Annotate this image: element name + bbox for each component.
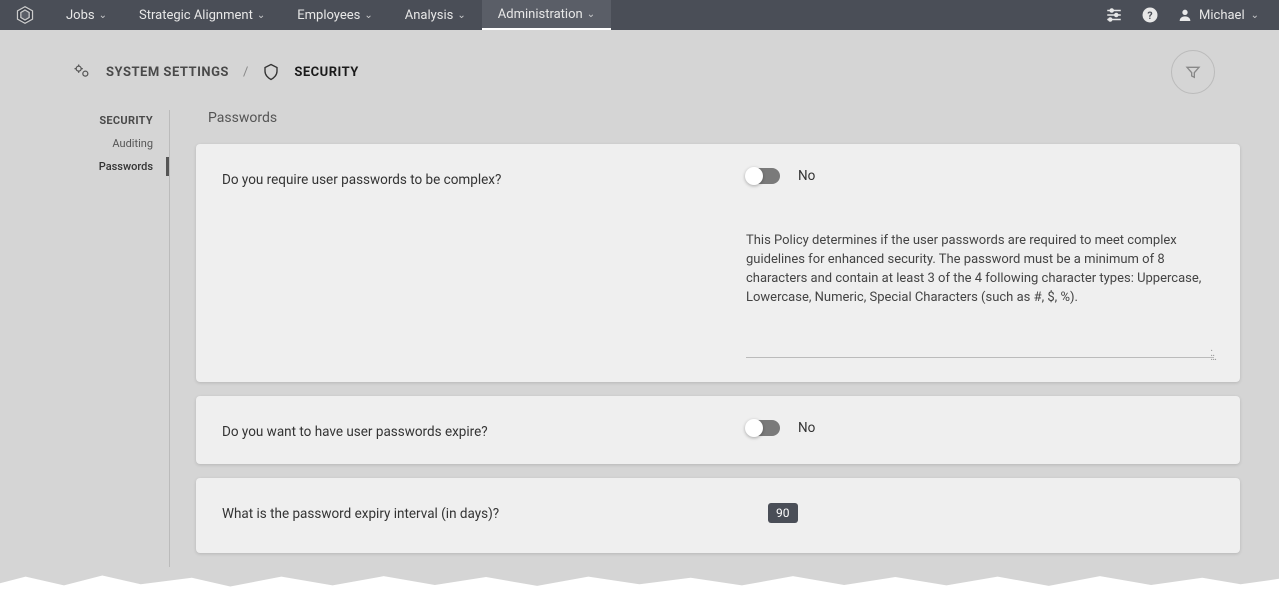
nav-analysis[interactable]: Analysis ⌄ <box>389 0 482 30</box>
nav-strategic-alignment[interactable]: Strategic Alignment ⌄ <box>123 0 281 30</box>
user-icon <box>1177 7 1193 23</box>
chevron-down-icon: ⌄ <box>587 9 595 20</box>
nav-jobs[interactable]: Jobs ⌄ <box>50 0 123 30</box>
panel-title: Passwords <box>208 110 1240 126</box>
toggle-knob <box>745 419 763 437</box>
chevron-down-icon: ⌄ <box>457 10 465 21</box>
breadcrumb-separator: / <box>243 65 248 80</box>
filter-button[interactable] <box>1171 50 1215 94</box>
nav-label: Employees <box>297 8 360 23</box>
breadcrumb-root[interactable]: SYSTEM SETTINGS <box>106 65 229 80</box>
help-icon[interactable]: ? <box>1141 6 1159 24</box>
settings-sliders-icon[interactable] <box>1105 6 1123 24</box>
torn-edge-decoration <box>0 570 1279 592</box>
app-logo[interactable] <box>0 5 50 25</box>
user-name: Michael <box>1199 8 1245 23</box>
nav-employees[interactable]: Employees ⌄ <box>281 0 389 30</box>
toggle-value-label: No <box>798 420 815 436</box>
filter-icon <box>1185 64 1201 80</box>
top-navbar: Jobs ⌄ Strategic Alignment ⌄ Employees ⌄… <box>0 0 1279 30</box>
toggle-password-expire[interactable] <box>746 420 780 436</box>
setting-help-text: This Policy determines if the user passw… <box>746 232 1214 358</box>
toggle-knob <box>745 167 763 185</box>
setting-card-expiry-interval: What is the password expiry interval (in… <box>196 478 1240 553</box>
svg-text:?: ? <box>1147 9 1152 22</box>
nav-label: Administration <box>498 7 583 22</box>
settings-gears-icon <box>72 62 92 82</box>
breadcrumb: SYSTEM SETTINGS / SECURITY <box>72 62 359 82</box>
nav-administration[interactable]: Administration ⌄ <box>482 0 611 30</box>
toggle-value-label: No <box>798 168 815 184</box>
toggle-complex-passwords[interactable] <box>746 168 780 184</box>
sidebar-item-auditing[interactable]: Auditing <box>60 137 153 150</box>
chevron-down-icon: ⌄ <box>257 10 265 21</box>
setting-question: Do you require user passwords to be comp… <box>222 168 746 188</box>
setting-card-complex-passwords: Do you require user passwords to be comp… <box>196 144 1240 382</box>
settings-sidebar: SECURITY Auditing Passwords <box>60 110 170 567</box>
setting-question: Do you want to have user passwords expir… <box>222 420 746 440</box>
nav-label: Strategic Alignment <box>139 8 253 23</box>
chevron-down-icon: ⌄ <box>99 10 107 21</box>
nav-label: Jobs <box>66 8 95 23</box>
main-panel: Passwords Do you require user passwords … <box>170 110 1260 567</box>
user-menu[interactable]: Michael ⌄ <box>1177 7 1259 23</box>
chevron-down-icon: ⌄ <box>1251 10 1259 21</box>
chevron-down-icon: ⌄ <box>364 10 372 21</box>
nav-label: Analysis <box>405 8 454 23</box>
expiry-days-input[interactable]: 90 <box>768 503 798 523</box>
resize-grip-icon[interactable]: ...... <box>1210 346 1216 359</box>
setting-question: What is the password expiry interval (in… <box>222 502 746 522</box>
setting-card-password-expire: Do you want to have user passwords expir… <box>196 396 1240 464</box>
sidebar-item-passwords[interactable]: Passwords <box>60 160 153 173</box>
sidebar-heading: SECURITY <box>60 114 153 127</box>
breadcrumb-current: SECURITY <box>294 65 359 80</box>
shield-icon <box>262 63 280 81</box>
